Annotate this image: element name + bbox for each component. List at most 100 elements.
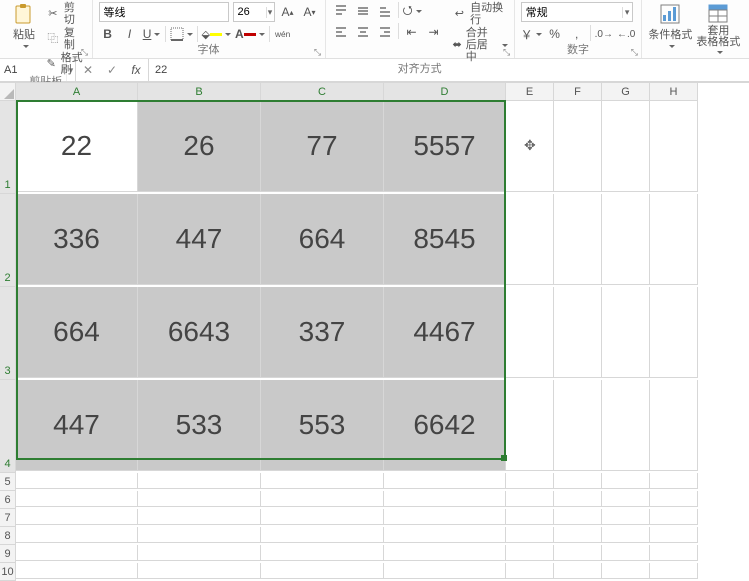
cell[interactable]: 5557 <box>384 101 506 192</box>
row-header[interactable]: 7 <box>0 509 16 527</box>
cell[interactable] <box>554 509 602 525</box>
cell[interactable] <box>650 563 698 579</box>
font-name-input[interactable] <box>100 4 250 20</box>
align-bottom-button[interactable] <box>376 2 394 20</box>
spreadsheet-grid[interactable]: ABCDEFGH12226775557233644766485453664664… <box>0 82 749 581</box>
cell[interactable] <box>602 491 650 507</box>
cell[interactable] <box>650 545 698 561</box>
cell[interactable] <box>261 545 384 561</box>
align-right-button[interactable] <box>376 23 394 41</box>
accounting-format-button[interactable]: ￥ <box>521 25 542 43</box>
increase-decimal-button[interactable]: .0→ <box>595 25 613 43</box>
cell[interactable] <box>16 473 138 489</box>
bold-button[interactable]: B <box>99 25 117 43</box>
merge-center-button[interactable]: ⬌ 合并后居中 <box>453 27 508 63</box>
cell[interactable] <box>650 491 698 507</box>
cell[interactable] <box>506 473 554 489</box>
cell[interactable] <box>554 563 602 579</box>
cell[interactable] <box>650 527 698 543</box>
number-format-input[interactable] <box>522 4 622 20</box>
font-name-combo[interactable]: ▾ <box>99 2 229 22</box>
decrease-decimal-button[interactable]: ←.0 <box>617 25 635 43</box>
align-top-button[interactable] <box>332 2 350 20</box>
cell[interactable] <box>602 527 650 543</box>
cell[interactable] <box>261 563 384 579</box>
cell[interactable] <box>16 509 138 525</box>
cell[interactable]: 4467 <box>384 287 506 378</box>
cell[interactable] <box>138 527 261 543</box>
cell[interactable] <box>554 287 602 378</box>
cell[interactable] <box>506 509 554 525</box>
row-header[interactable]: 10 <box>0 563 16 581</box>
align-center-button[interactable] <box>354 23 372 41</box>
cell[interactable] <box>650 194 698 285</box>
cell[interactable] <box>650 287 698 378</box>
cell[interactable]: 447 <box>16 380 138 471</box>
column-header[interactable]: H <box>650 83 698 101</box>
cell[interactable] <box>602 287 650 378</box>
chevron-down-icon[interactable]: ▾ <box>622 7 632 18</box>
number-dialog-launcher[interactable]: ⤡ <box>629 47 639 57</box>
cell[interactable] <box>16 527 138 543</box>
font-dialog-launcher[interactable]: ⤡ <box>313 47 323 57</box>
cell[interactable] <box>506 287 554 378</box>
decrease-indent-button[interactable]: ⇤ <box>403 23 421 41</box>
column-header[interactable]: A <box>16 83 138 101</box>
cell[interactable]: 664 <box>261 194 384 285</box>
cell[interactable] <box>506 194 554 285</box>
cell[interactable] <box>384 491 506 507</box>
cell[interactable] <box>602 101 650 192</box>
cell[interactable] <box>554 194 602 285</box>
number-format-combo[interactable]: ▾ <box>521 2 633 22</box>
cell[interactable] <box>506 563 554 579</box>
cell[interactable] <box>554 527 602 543</box>
cell[interactable]: 664 <box>16 287 138 378</box>
column-header[interactable]: E <box>506 83 554 101</box>
cell[interactable] <box>554 101 602 192</box>
cell[interactable] <box>602 194 650 285</box>
cell[interactable] <box>138 473 261 489</box>
cell[interactable]: 447 <box>138 194 261 285</box>
row-header[interactable]: 9 <box>0 545 16 563</box>
cell[interactable]: 6643 <box>138 287 261 378</box>
cell[interactable]: 22 <box>16 101 138 192</box>
row-header[interactable]: 2 <box>0 194 16 287</box>
orientation-button[interactable]: ⭯ <box>403 2 422 20</box>
font-size-input[interactable] <box>234 4 266 20</box>
grow-font-button[interactable]: A▴ <box>279 3 297 21</box>
cell[interactable]: 337 <box>261 287 384 378</box>
font-color-button[interactable]: A <box>235 25 265 43</box>
chevron-down-icon[interactable]: ▾ <box>266 7 274 18</box>
italic-button[interactable]: I <box>121 25 139 43</box>
percent-format-button[interactable]: % <box>546 25 564 43</box>
cell[interactable] <box>384 509 506 525</box>
column-header[interactable]: B <box>138 83 261 101</box>
cell[interactable] <box>650 380 698 471</box>
borders-button[interactable] <box>170 25 193 43</box>
cell[interactable] <box>384 545 506 561</box>
cell[interactable]: 8545 <box>384 194 506 285</box>
insert-function-button[interactable]: fx <box>124 59 148 81</box>
enter-formula-button[interactable]: ✓ <box>100 59 124 81</box>
column-header[interactable]: F <box>554 83 602 101</box>
cell[interactable] <box>650 473 698 489</box>
row-header[interactable]: 3 <box>0 287 16 380</box>
row-header[interactable]: 5 <box>0 473 16 491</box>
cell[interactable] <box>506 380 554 471</box>
cell[interactable] <box>16 563 138 579</box>
cell[interactable] <box>16 491 138 507</box>
increase-indent-button[interactable]: ⇥ <box>425 23 443 41</box>
cell[interactable]: 336 <box>16 194 138 285</box>
align-left-button[interactable] <box>332 23 350 41</box>
cell[interactable] <box>554 380 602 471</box>
cell[interactable] <box>650 509 698 525</box>
cell[interactable] <box>506 527 554 543</box>
row-header[interactable]: 8 <box>0 527 16 545</box>
underline-button[interactable]: U <box>143 25 161 43</box>
conditional-format-button[interactable]: 条件格式 <box>648 2 692 49</box>
alignment-dialog-launcher[interactable]: ⤡ <box>502 47 512 57</box>
cell[interactable] <box>506 491 554 507</box>
column-header[interactable]: C <box>261 83 384 101</box>
cell[interactable] <box>602 545 650 561</box>
cell[interactable] <box>138 545 261 561</box>
